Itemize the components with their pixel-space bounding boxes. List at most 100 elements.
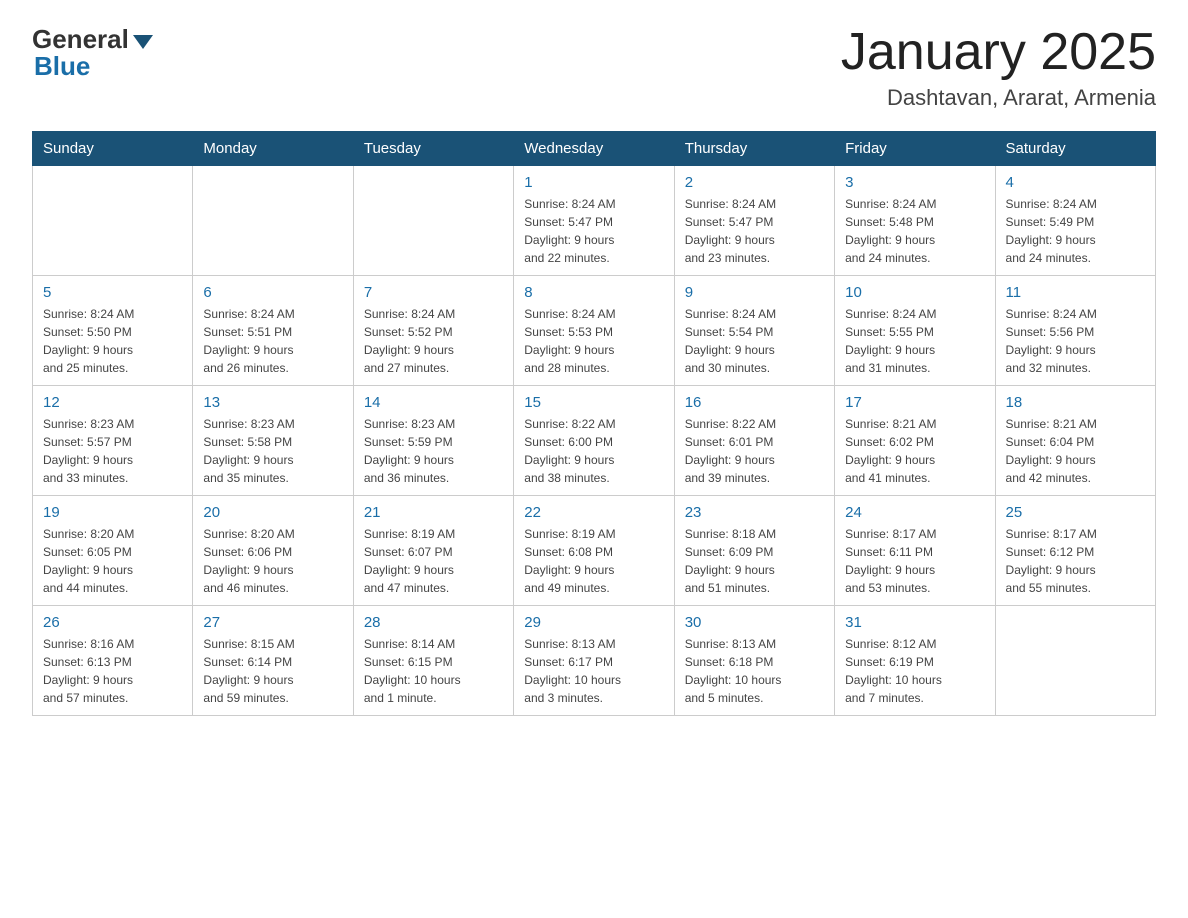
calendar-header-row: SundayMondayTuesdayWednesdayThursdayFrid…	[33, 132, 1156, 166]
calendar-cell: 26 Sunrise: 8:16 AM Sunset: 6:13 PM Dayli…	[33, 606, 193, 716]
day-number: 5	[43, 284, 182, 301]
calendar-week-row: 12Sunrise: 8:23 AM Sunset: 5:57 PM Dayli…	[33, 386, 1156, 496]
day-info: Sunrise: 8:24 AM Sunset: 5:54 PM Dayligh…	[685, 305, 824, 377]
header-cell-thursday: Thursday	[674, 132, 834, 166]
day-number: 10	[845, 284, 984, 301]
calendar-cell	[995, 606, 1155, 716]
day-number: 22	[524, 504, 663, 521]
day-number: 24	[845, 504, 984, 521]
calendar-cell: 11 Sunrise: 8:24 AM Sunset: 5:56 PM Dayli…	[995, 276, 1155, 386]
calendar-cell: 13 Sunrise: 8:23 AM Sunset: 5:58 PM Dayli…	[193, 386, 353, 496]
calendar-cell: 18 Sunrise: 8:21 AM Sunset: 6:04 PM Dayli…	[995, 386, 1155, 496]
day-info: Sunrise: 8:13 AM Sunset: 6:17 PM Dayligh…	[524, 635, 663, 707]
calendar-cell: 22 Sunrise: 8:19 AM Sunset: 6:08 PM Dayli…	[514, 496, 674, 606]
calendar-week-row: 19 Sunrise: 8:20 AM Sunset: 6:05 PM Dayli…	[33, 496, 1156, 606]
day-number: 15	[524, 394, 663, 411]
calendar-cell: 16Sunrise: 8:22 AM Sunset: 6:01 PM Dayli…	[674, 386, 834, 496]
calendar-cell	[353, 166, 513, 276]
calendar-cell: 1Sunrise: 8:24 AM Sunset: 5:47 PM Daylig…	[514, 166, 674, 276]
day-info: Sunrise: 8:21 AM Sunset: 6:04 PM Dayligh…	[1006, 415, 1145, 487]
header-cell-wednesday: Wednesday	[514, 132, 674, 166]
day-number: 16	[685, 394, 824, 411]
calendar-cell: 30Sunrise: 8:13 AM Sunset: 6:18 PM Dayli…	[674, 606, 834, 716]
day-number: 11	[1006, 284, 1145, 301]
day-number: 29	[524, 614, 663, 631]
day-number: 21	[364, 504, 503, 521]
calendar-cell: 31Sunrise: 8:12 AM Sunset: 6:19 PM Dayli…	[835, 606, 995, 716]
day-info: Sunrise: 8:24 AM Sunset: 5:56 PM Dayligh…	[1006, 305, 1145, 377]
calendar-cell: 6Sunrise: 8:24 AM Sunset: 5:51 PM Daylig…	[193, 276, 353, 386]
day-info: Sunrise: 8:21 AM Sunset: 6:02 PM Dayligh…	[845, 415, 984, 487]
day-info: Sunrise: 8:23 AM Sunset: 5:59 PM Dayligh…	[364, 415, 503, 487]
page-header: General Blue January 2025 Dashtavan, Ara…	[32, 24, 1156, 111]
day-number: 31	[845, 614, 984, 631]
calendar-cell: 8Sunrise: 8:24 AM Sunset: 5:53 PM Daylig…	[514, 276, 674, 386]
calendar-cell: 7Sunrise: 8:24 AM Sunset: 5:52 PM Daylig…	[353, 276, 513, 386]
calendar-week-row: 26 Sunrise: 8:16 AM Sunset: 6:13 PM Dayli…	[33, 606, 1156, 716]
calendar-cell: 27 Sunrise: 8:15 AM Sunset: 6:14 PM Dayli…	[193, 606, 353, 716]
day-info: Sunrise: 8:19 AM Sunset: 6:08 PM Dayligh…	[524, 525, 663, 597]
day-info: Sunrise: 8:24 AM Sunset: 5:47 PM Dayligh…	[524, 195, 663, 267]
day-info: Sunrise: 8:24 AM Sunset: 5:48 PM Dayligh…	[845, 195, 984, 267]
calendar-cell: 2Sunrise: 8:24 AM Sunset: 5:47 PM Daylig…	[674, 166, 834, 276]
calendar-cell	[193, 166, 353, 276]
calendar-cell: 12Sunrise: 8:23 AM Sunset: 5:57 PM Dayli…	[33, 386, 193, 496]
day-number: 4	[1006, 174, 1145, 191]
calendar-cell: 10Sunrise: 8:24 AM Sunset: 5:55 PM Dayli…	[835, 276, 995, 386]
calendar-cell	[33, 166, 193, 276]
day-number: 25	[1006, 504, 1145, 521]
calendar-cell: 20 Sunrise: 8:20 AM Sunset: 6:06 PM Dayli…	[193, 496, 353, 606]
calendar-title: January 2025	[841, 24, 1156, 81]
calendar-week-row: 1Sunrise: 8:24 AM Sunset: 5:47 PM Daylig…	[33, 166, 1156, 276]
day-info: Sunrise: 8:18 AM Sunset: 6:09 PM Dayligh…	[685, 525, 824, 597]
header-cell-tuesday: Tuesday	[353, 132, 513, 166]
day-info: Sunrise: 8:23 AM Sunset: 5:58 PM Dayligh…	[203, 415, 342, 487]
day-number: 2	[685, 174, 824, 191]
header-cell-monday: Monday	[193, 132, 353, 166]
day-info: Sunrise: 8:15 AM Sunset: 6:14 PM Dayligh…	[203, 635, 342, 707]
calendar-cell: 25 Sunrise: 8:17 AM Sunset: 6:12 PM Dayli…	[995, 496, 1155, 606]
day-info: Sunrise: 8:19 AM Sunset: 6:07 PM Dayligh…	[364, 525, 503, 597]
day-number: 30	[685, 614, 824, 631]
day-number: 18	[1006, 394, 1145, 411]
day-number: 28	[364, 614, 503, 631]
calendar-cell: 17 Sunrise: 8:21 AM Sunset: 6:02 PM Dayli…	[835, 386, 995, 496]
day-number: 19	[43, 504, 182, 521]
day-info: Sunrise: 8:16 AM Sunset: 6:13 PM Dayligh…	[43, 635, 182, 707]
calendar-cell: 9 Sunrise: 8:24 AM Sunset: 5:54 PM Daylig…	[674, 276, 834, 386]
day-info: Sunrise: 8:17 AM Sunset: 6:12 PM Dayligh…	[1006, 525, 1145, 597]
calendar-cell: 3 Sunrise: 8:24 AM Sunset: 5:48 PM Daylig…	[835, 166, 995, 276]
header-cell-saturday: Saturday	[995, 132, 1155, 166]
calendar-subtitle: Dashtavan, Ararat, Armenia	[841, 85, 1156, 111]
day-number: 27	[203, 614, 342, 631]
day-info: Sunrise: 8:24 AM Sunset: 5:50 PM Dayligh…	[43, 305, 182, 377]
day-info: Sunrise: 8:24 AM Sunset: 5:52 PM Dayligh…	[364, 305, 503, 377]
day-info: Sunrise: 8:20 AM Sunset: 6:05 PM Dayligh…	[43, 525, 182, 597]
logo-blue-text: Blue	[34, 51, 90, 82]
day-number: 26	[43, 614, 182, 631]
calendar-cell: 23Sunrise: 8:18 AM Sunset: 6:09 PM Dayli…	[674, 496, 834, 606]
day-number: 6	[203, 284, 342, 301]
logo: General Blue	[32, 24, 153, 82]
day-number: 20	[203, 504, 342, 521]
calendar-cell: 14 Sunrise: 8:23 AM Sunset: 5:59 PM Dayli…	[353, 386, 513, 496]
day-number: 9	[685, 284, 824, 301]
day-number: 3	[845, 174, 984, 191]
header-cell-sunday: Sunday	[33, 132, 193, 166]
title-section: January 2025 Dashtavan, Ararat, Armenia	[841, 24, 1156, 111]
day-number: 12	[43, 394, 182, 411]
calendar-cell: 28 Sunrise: 8:14 AM Sunset: 6:15 PM Dayli…	[353, 606, 513, 716]
day-number: 14	[364, 394, 503, 411]
day-info: Sunrise: 8:22 AM Sunset: 6:00 PM Dayligh…	[524, 415, 663, 487]
calendar-table: SundayMondayTuesdayWednesdayThursdayFrid…	[32, 131, 1156, 716]
calendar-week-row: 5 Sunrise: 8:24 AM Sunset: 5:50 PM Daylig…	[33, 276, 1156, 386]
day-number: 17	[845, 394, 984, 411]
calendar-cell: 19 Sunrise: 8:20 AM Sunset: 6:05 PM Dayli…	[33, 496, 193, 606]
day-number: 13	[203, 394, 342, 411]
calendar-cell: 21 Sunrise: 8:19 AM Sunset: 6:07 PM Dayli…	[353, 496, 513, 606]
day-info: Sunrise: 8:20 AM Sunset: 6:06 PM Dayligh…	[203, 525, 342, 597]
calendar-cell: 24Sunrise: 8:17 AM Sunset: 6:11 PM Dayli…	[835, 496, 995, 606]
header-cell-friday: Friday	[835, 132, 995, 166]
day-info: Sunrise: 8:24 AM Sunset: 5:49 PM Dayligh…	[1006, 195, 1145, 267]
day-info: Sunrise: 8:14 AM Sunset: 6:15 PM Dayligh…	[364, 635, 503, 707]
